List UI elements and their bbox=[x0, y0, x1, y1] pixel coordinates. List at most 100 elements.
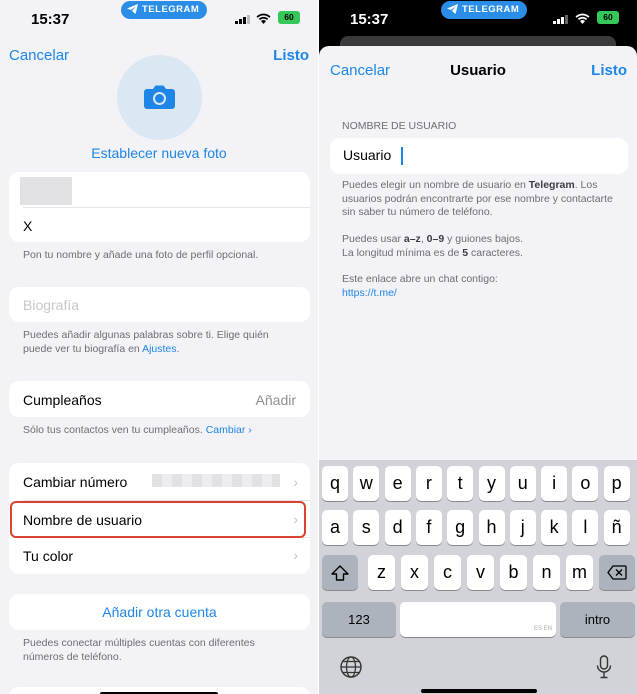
birthday-row[interactable]: Cumpleaños Añadir bbox=[9, 381, 310, 417]
key-v[interactable]: v bbox=[467, 555, 494, 590]
status-bar: 15:37 TELEGRAM 60 bbox=[319, 0, 637, 36]
birthday-hint-text: Sólo tus contactos ven tu cumpleaños. bbox=[23, 424, 206, 436]
avatar-placeholder[interactable] bbox=[117, 55, 202, 140]
username-edit-screen: 15:37 TELEGRAM 60 Cancelar Usuario Listo… bbox=[319, 0, 637, 694]
key-i[interactable]: i bbox=[541, 466, 568, 501]
key-b[interactable]: b bbox=[500, 555, 527, 590]
key-p[interactable]: p bbox=[603, 466, 630, 501]
key-d[interactable]: d bbox=[384, 510, 411, 545]
your-color-row[interactable]: Tu color › bbox=[9, 538, 310, 574]
set-new-photo-link[interactable]: Establecer nueva foto bbox=[0, 145, 318, 161]
hint-text: La longitud mínima es de bbox=[342, 246, 463, 259]
text-cursor bbox=[401, 147, 403, 165]
telegram-pill[interactable]: TELEGRAM bbox=[441, 1, 528, 19]
bio-hint: Puedes añadir algunas palabras sobre ti.… bbox=[23, 329, 298, 356]
microphone-icon[interactable] bbox=[596, 655, 612, 679]
birthday-value: Añadir bbox=[255, 392, 296, 408]
hint-text: y guiones bajos. bbox=[444, 233, 523, 245]
last-name-field[interactable]: X bbox=[23, 218, 32, 234]
wifi-icon bbox=[575, 13, 590, 24]
wifi-icon bbox=[256, 13, 271, 24]
profile-link[interactable]: https://t.me/ bbox=[342, 287, 397, 299]
status-bar: 15:37 TELEGRAM 60 bbox=[0, 0, 318, 36]
key-k[interactable]: k bbox=[541, 510, 568, 545]
key-e[interactable]: e bbox=[384, 466, 411, 501]
paper-plane-icon bbox=[127, 4, 138, 15]
link-hint: Este enlace abre un chat contigo: https:/… bbox=[342, 273, 622, 300]
your-color-label: Tu color bbox=[23, 548, 74, 564]
key-u[interactable]: u bbox=[509, 466, 536, 501]
return-key[interactable]: intro bbox=[560, 602, 635, 637]
delete-key[interactable] bbox=[599, 555, 635, 590]
username-input-value: Usuario bbox=[343, 147, 392, 163]
done-button[interactable]: Listo bbox=[273, 47, 309, 64]
space-key[interactable]: ES EN bbox=[400, 602, 556, 637]
key-y[interactable]: y bbox=[478, 466, 505, 501]
numbers-key[interactable]: 123 bbox=[322, 602, 396, 637]
phone-number-redacted bbox=[152, 474, 280, 487]
change-number-row[interactable]: Cambiar número › bbox=[9, 463, 310, 500]
cellular-signal-icon bbox=[553, 15, 568, 24]
pill-label: TELEGRAM bbox=[142, 4, 200, 15]
keyboard: qwertyuiop asdfghjklñ zxcvbnm 123 ES EN … bbox=[319, 460, 637, 694]
birthday-hint: Sólo tus contactos ven tu cumpleaños. Ca… bbox=[23, 424, 298, 438]
hint-text: Este enlace abre un chat contigo: bbox=[342, 273, 498, 285]
profile-edit-screen: 15:37 TELEGRAM 60 Cancelar Listo Estable… bbox=[0, 0, 318, 694]
status-time: 15:37 bbox=[350, 11, 389, 28]
key-t[interactable]: t bbox=[447, 466, 474, 501]
pill-label: TELEGRAM bbox=[462, 4, 520, 15]
cancel-button[interactable]: Cancelar bbox=[9, 47, 69, 64]
key-ñ[interactable]: ñ bbox=[603, 510, 630, 545]
change-birthday-link[interactable]: Cambiar › bbox=[206, 424, 252, 436]
key-r[interactable]: r bbox=[415, 466, 442, 501]
add-account-button[interactable]: Añadir otra cuenta bbox=[9, 594, 310, 630]
bio-input[interactable]: Biografía bbox=[23, 297, 79, 313]
key-x[interactable]: x bbox=[401, 555, 428, 590]
globe-icon[interactable] bbox=[340, 656, 362, 678]
done-button[interactable]: Listo bbox=[591, 62, 627, 79]
key-q[interactable]: q bbox=[322, 466, 348, 501]
key-z[interactable]: z bbox=[368, 555, 395, 590]
username-input[interactable]: Usuario bbox=[330, 138, 628, 174]
hint-bold: Telegram bbox=[528, 179, 575, 191]
shift-icon bbox=[331, 565, 349, 581]
divider bbox=[23, 207, 310, 208]
change-number-label: Cambiar número bbox=[23, 474, 128, 490]
key-h[interactable]: h bbox=[478, 510, 505, 545]
key-l[interactable]: l bbox=[572, 510, 599, 545]
key-m[interactable]: m bbox=[566, 555, 593, 590]
shift-key[interactable] bbox=[322, 555, 358, 590]
add-account-label: Añadir otra cuenta bbox=[102, 604, 217, 620]
username-hint: Puedes elegir un nombre de usuario en Te… bbox=[342, 179, 622, 220]
status-time: 15:37 bbox=[31, 11, 70, 28]
key-a[interactable]: a bbox=[322, 510, 348, 545]
key-n[interactable]: n bbox=[533, 555, 560, 590]
key-g[interactable]: g bbox=[447, 510, 474, 545]
paper-plane-icon bbox=[447, 4, 458, 15]
space-lang-label: ES EN bbox=[533, 626, 552, 632]
key-f[interactable]: f bbox=[415, 510, 442, 545]
key-w[interactable]: w bbox=[353, 466, 380, 501]
battery-icon: 60 bbox=[597, 11, 619, 24]
backspace-icon bbox=[607, 565, 627, 580]
settings-link[interactable]: Ajustes bbox=[142, 343, 176, 355]
birthday-label: Cumpleaños bbox=[23, 392, 102, 408]
battery-icon: 60 bbox=[278, 11, 300, 24]
key-c[interactable]: c bbox=[434, 555, 461, 590]
key-o[interactable]: o bbox=[572, 466, 599, 501]
hint-text: Puedes elegir un nombre de usuario en bbox=[342, 179, 529, 191]
camera-icon bbox=[144, 85, 175, 109]
hint-text: caracteres. bbox=[468, 246, 523, 259]
hint-bold: 0–9 bbox=[426, 233, 445, 245]
hint-bold: a–z bbox=[403, 233, 421, 245]
key-s[interactable]: s bbox=[353, 510, 380, 545]
hint-text: Puedes usar bbox=[342, 233, 404, 245]
bio-hint-end: . bbox=[176, 342, 180, 355]
name-card: X bbox=[9, 172, 310, 242]
telegram-pill[interactable]: TELEGRAM bbox=[121, 1, 208, 19]
sheet-title: Usuario bbox=[450, 62, 506, 79]
first-name-field[interactable] bbox=[20, 177, 72, 205]
key-j[interactable]: j bbox=[509, 510, 536, 545]
home-indicator bbox=[421, 689, 537, 693]
bio-card: Biografía bbox=[9, 287, 310, 322]
